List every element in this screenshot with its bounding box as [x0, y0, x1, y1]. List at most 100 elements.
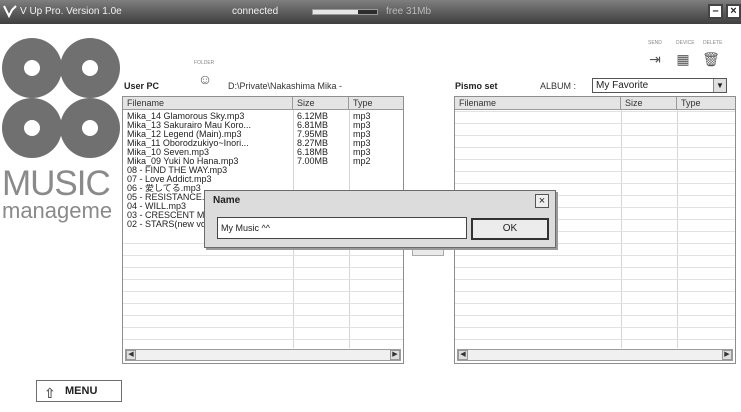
table-row[interactable]: Mika_09 Yuki No Hana.mp3 7.00MB mp2	[123, 157, 403, 166]
file-name-cell: Mika_10 Seven.mp3	[127, 148, 210, 157]
table-row[interactable]: Mika_14 Glamorous Sky.mp3 6.12MB mp3	[123, 112, 403, 121]
device-horizontal-scrollbar[interactable]: ◀ ▶	[457, 349, 733, 361]
row-divider	[123, 303, 403, 304]
file-name-cell: Mika_11 Oborodzukiyo~Inori...	[127, 139, 249, 148]
folder-caption: FOLDER	[194, 60, 215, 66]
column-divider	[677, 110, 678, 348]
pc-label: User PC	[124, 81, 160, 91]
scroll-right-arrow-icon[interactable]: ▶	[390, 350, 400, 360]
column-header-filename[interactable]: Filename	[455, 97, 621, 110]
file-name-cell: Mika_14 Glamorous Sky.mp3	[127, 112, 245, 121]
column-header-type[interactable]: Type	[349, 97, 403, 110]
table-row[interactable]: Mika_13 Sakurairo Mau Koro... 6.81MB mp3	[123, 121, 403, 130]
name-dialog: Name × OK	[204, 190, 556, 248]
row-divider	[455, 111, 735, 112]
logo-circle	[2, 98, 62, 158]
file-size-cell: 6.18MB	[297, 148, 329, 157]
ok-button[interactable]: OK	[471, 218, 549, 240]
close-icon[interactable]: ×	[535, 194, 549, 208]
row-divider	[455, 315, 735, 316]
row-divider	[455, 339, 735, 340]
up-arrow-icon: ⇧	[44, 385, 56, 401]
scroll-left-arrow-icon[interactable]: ◀	[126, 350, 136, 360]
file-size-cell: 7.95MB	[297, 130, 329, 139]
delete-caption: DELETE	[703, 40, 723, 46]
file-type-cell: mp3	[353, 148, 371, 157]
file-name-cell: Mika_12 Legend (Main).mp3	[127, 130, 242, 139]
row-divider	[123, 267, 403, 268]
close-button[interactable]: ×	[726, 4, 741, 19]
menu-label: MENU	[65, 385, 98, 397]
device-icon[interactable]: ▦	[674, 50, 692, 68]
logo-circle	[2, 38, 62, 98]
column-divider	[621, 110, 622, 348]
file-type-cell: mp3	[353, 112, 371, 121]
scroll-right-arrow-icon[interactable]: ▶	[722, 350, 732, 360]
app-title: V Up Pro. Version 1.0e	[20, 6, 122, 17]
column-header-type[interactable]: Type	[677, 97, 735, 110]
send-icon[interactable]: ⇥	[646, 50, 664, 68]
table-row[interactable]: 08 - FIND THE WAY.mp3	[123, 166, 403, 175]
app-logo-icon	[3, 5, 17, 18]
file-type-cell: mp3	[353, 130, 371, 139]
name-input[interactable]	[217, 217, 467, 239]
logo-text-music: MUSIC	[2, 164, 111, 203]
row-divider	[455, 327, 735, 328]
file-size-cell: 6.12MB	[297, 112, 329, 121]
row-divider	[123, 291, 403, 292]
file-type-cell: mp2	[353, 157, 371, 166]
minimize-button[interactable]: –	[708, 4, 723, 19]
row-divider	[123, 339, 403, 340]
dialog-title: Name	[213, 195, 241, 206]
row-divider	[455, 291, 735, 292]
logo-circle	[60, 38, 120, 98]
table-row[interactable]: Mika_11 Oborodzukiyo~Inori... 8.27MB mp3	[123, 139, 403, 148]
pc-horizontal-scrollbar[interactable]: ◀ ▶	[125, 349, 401, 361]
row-divider	[455, 159, 735, 160]
row-divider	[123, 327, 403, 328]
row-divider	[455, 183, 735, 184]
file-name-cell: 08 - FIND THE WAY.mp3	[127, 166, 228, 175]
column-header-size[interactable]: Size	[293, 97, 349, 110]
file-type-cell: mp3	[353, 121, 371, 130]
free-space-label: free 31Mb	[386, 6, 432, 17]
file-size-cell: 7.00MB	[297, 157, 329, 166]
row-divider	[455, 123, 735, 124]
file-type-cell: mp3	[353, 139, 371, 148]
pc-path: D:\Private\Nakashima Mika -	[228, 81, 343, 91]
device-caption: DEVICE	[676, 40, 695, 46]
logo-text-management: manageme	[2, 198, 113, 223]
album-select[interactable]: My Favorite ▼	[592, 78, 727, 93]
row-divider	[455, 279, 735, 280]
trash-icon[interactable]: 🗑	[702, 50, 720, 68]
file-name-cell: 07 - Love Addict.mp3	[127, 175, 212, 184]
menu-button[interactable]: ⇧ MENU	[36, 380, 122, 402]
connection-status: connected	[232, 6, 279, 17]
file-name-cell: Mika_13 Sakurairo Mau Koro...	[127, 121, 252, 130]
storage-meter-fill	[313, 10, 358, 14]
table-row[interactable]: Mika_12 Legend (Main).mp3 7.95MB mp3	[123, 130, 403, 139]
table-row[interactable]: Mika_10 Seven.mp3 6.18MB mp3	[123, 148, 403, 157]
logo-circle	[60, 98, 120, 158]
row-divider	[123, 279, 403, 280]
column-header-filename[interactable]: Filename	[123, 97, 293, 110]
device-label: Pismo set	[455, 81, 498, 91]
row-divider	[455, 135, 735, 136]
folder-icon[interactable]: ☺	[196, 70, 214, 88]
row-divider	[123, 255, 403, 256]
send-caption: SEND	[648, 40, 662, 46]
row-divider	[455, 303, 735, 304]
chevron-down-icon[interactable]: ▼	[713, 79, 726, 92]
row-divider	[123, 315, 403, 316]
scroll-left-arrow-icon[interactable]: ◀	[458, 350, 468, 360]
file-size-cell: 6.81MB	[297, 121, 329, 130]
music-management-logo: MUSIC manageme	[0, 30, 124, 230]
table-row[interactable]: 07 - Love Addict.mp3	[123, 175, 403, 184]
row-divider	[455, 171, 735, 172]
title-bar: V Up Pro. Version 1.0e connected free 31…	[0, 0, 741, 24]
column-header-size[interactable]: Size	[621, 97, 677, 110]
album-label: ALBUM :	[540, 81, 577, 91]
file-name-cell: Mika_09 Yuki No Hana.mp3	[127, 157, 239, 166]
storage-meter	[312, 9, 378, 15]
row-divider	[455, 147, 735, 148]
